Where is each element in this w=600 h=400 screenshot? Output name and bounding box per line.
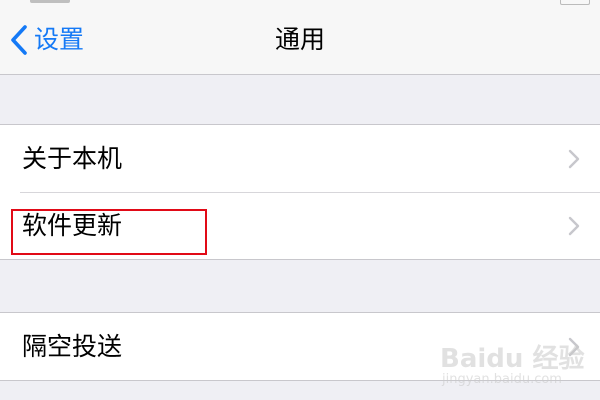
- row-airdrop[interactable]: 隔空投送: [0, 313, 600, 380]
- chevron-right-icon: [568, 216, 580, 236]
- chevron-right-icon: [568, 149, 580, 169]
- settings-general-screen: 设置 通用 关于本机 软件更新 隔空投送 Baidu 经验 jingyan.ba: [0, 0, 600, 400]
- row-airdrop-label: 隔空投送: [22, 332, 123, 361]
- signal-icon: [30, 0, 70, 3]
- row-software-update-label: 软件更新: [22, 211, 123, 240]
- settings-group-2: 隔空投送: [0, 312, 600, 381]
- row-about[interactable]: 关于本机: [0, 125, 600, 192]
- navigation-bar: 设置 通用: [0, 0, 600, 75]
- page-title: 通用: [274, 25, 325, 54]
- chevron-right-icon: [568, 337, 580, 357]
- row-about-label: 关于本机: [22, 144, 123, 173]
- settings-group-1: 关于本机 软件更新: [0, 124, 600, 260]
- row-software-update[interactable]: 软件更新: [0, 192, 600, 259]
- battery-icon: [560, 0, 590, 5]
- status-bar: [0, 0, 600, 6]
